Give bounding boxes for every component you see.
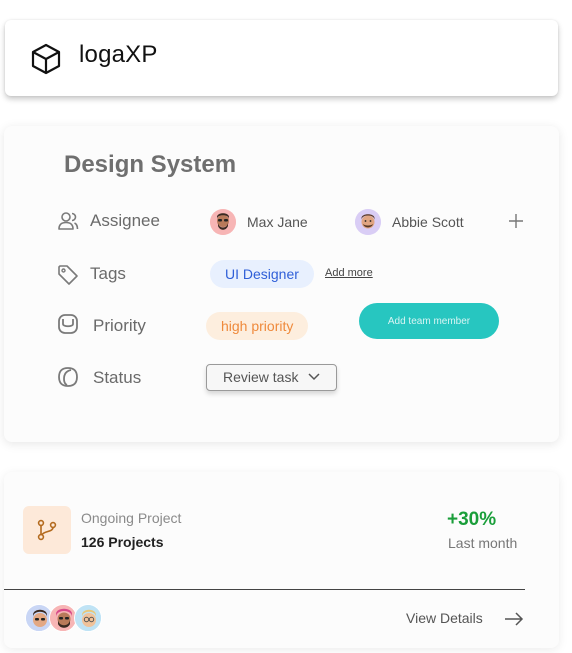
brand-header: logaXP xyxy=(5,20,558,96)
tags-label: Tags xyxy=(90,264,126,283)
add-more-link[interactable]: Add more xyxy=(325,267,373,279)
cube-icon xyxy=(31,43,61,75)
priority-label: Priority xyxy=(93,316,146,335)
add-team-member-button[interactable]: Add team member xyxy=(359,303,499,339)
tag-chip[interactable]: UI Designer xyxy=(210,260,314,288)
plus-icon xyxy=(509,214,523,228)
person-avatar-icon xyxy=(75,605,101,631)
person-avatar-icon xyxy=(50,605,76,631)
project-label: Ongoing Project xyxy=(81,510,182,526)
divider xyxy=(4,589,525,590)
priority-chip[interactable]: high priority xyxy=(206,312,309,340)
project-card: Ongoing Project 126 Projects +30% Last m… xyxy=(4,472,559,648)
status-value: Review task xyxy=(223,369,299,385)
priority-icon xyxy=(58,314,78,334)
add-assignee-button[interactable] xyxy=(505,210,527,232)
assignee-name: Abbie Scott xyxy=(392,214,464,230)
assignee-label: Assignee xyxy=(90,211,160,230)
status-label: Status xyxy=(93,368,142,387)
avatar[interactable] xyxy=(49,604,77,632)
project-count: 126 Projects xyxy=(81,534,164,550)
avatar[interactable] xyxy=(74,604,102,632)
project-icon-box xyxy=(23,506,71,554)
users-icon xyxy=(58,212,79,230)
assignee-name: Max Jane xyxy=(247,214,308,230)
arrow-right-icon[interactable] xyxy=(504,611,524,627)
avatar[interactable] xyxy=(210,209,236,235)
person-avatar-icon xyxy=(210,209,236,235)
tag-icon xyxy=(58,265,78,285)
growth-value: +30% xyxy=(447,509,497,530)
avatar[interactable] xyxy=(355,209,381,235)
status-icon xyxy=(58,367,78,387)
task-title: Design System xyxy=(64,151,237,178)
person-avatar-icon xyxy=(355,209,381,235)
view-details-link[interactable]: View Details xyxy=(406,610,483,626)
task-card: Design System Assignee Max Jane Abbie Sc… xyxy=(4,126,559,442)
git-branch-icon xyxy=(37,519,57,541)
brand-name: logaXP xyxy=(79,41,158,68)
status-dropdown[interactable]: Review task xyxy=(206,364,337,391)
chevron-down-icon xyxy=(308,373,320,381)
growth-period: Last month xyxy=(448,535,518,551)
